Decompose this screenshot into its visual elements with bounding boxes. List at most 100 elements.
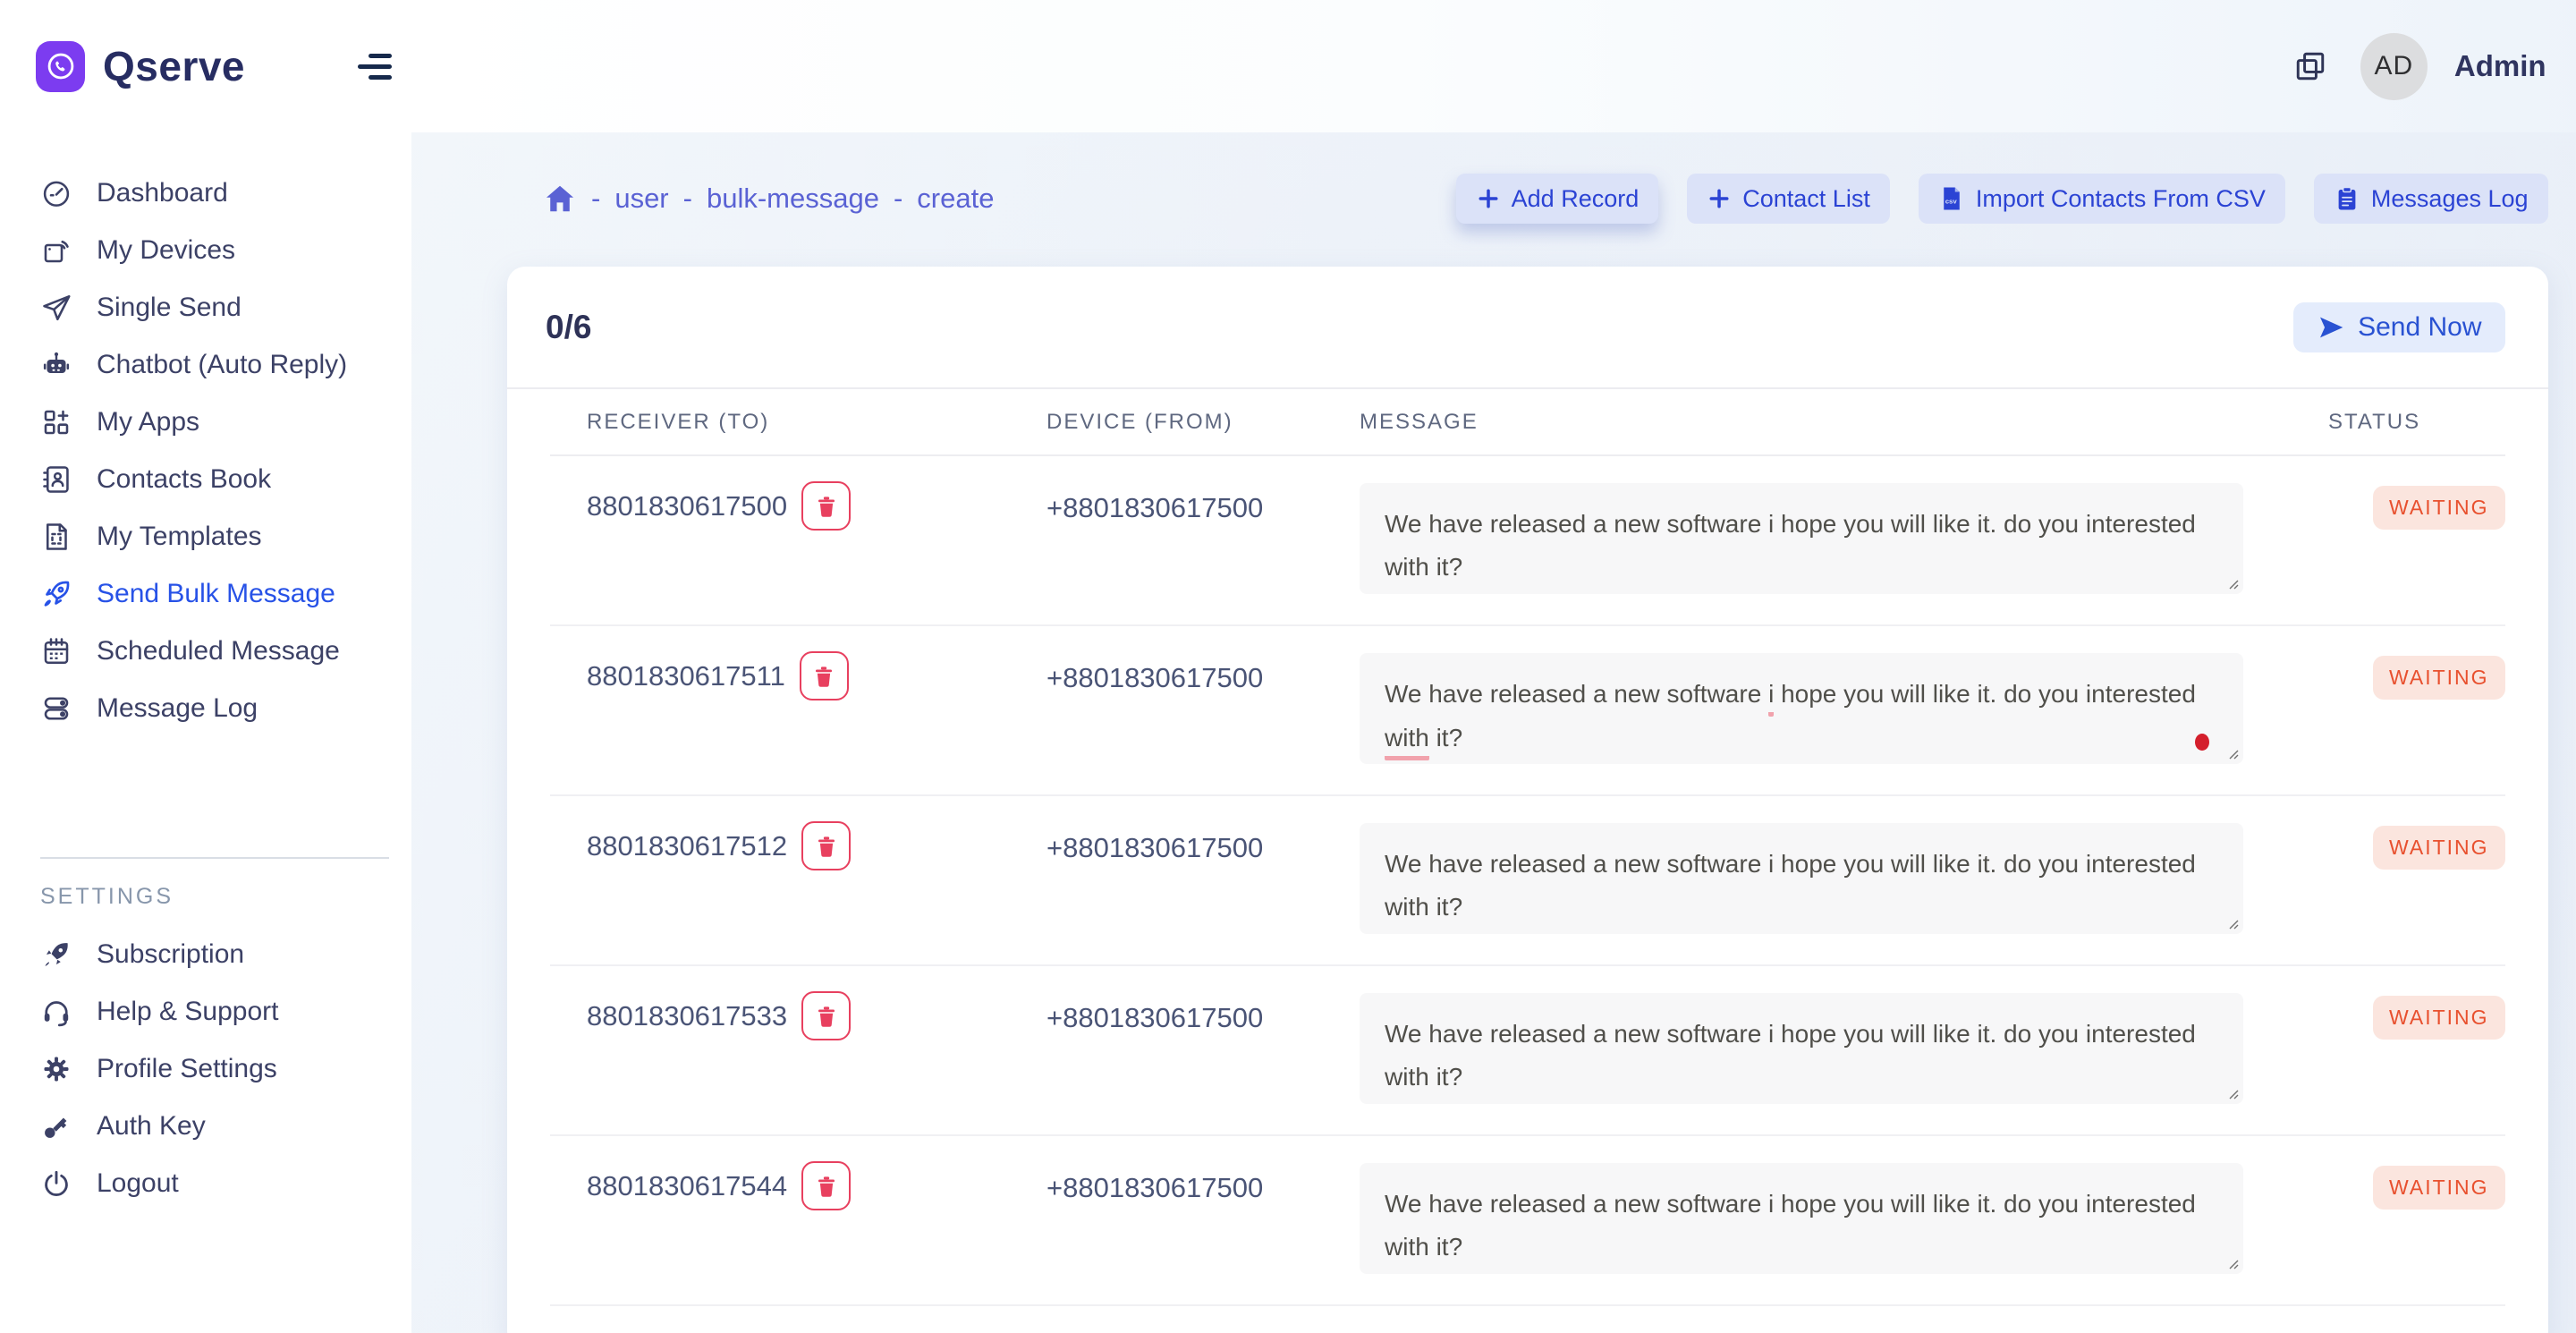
delete-row-button[interactable] [801, 991, 851, 1040]
column-header-status: STATUS [2290, 410, 2505, 435]
misspelled-word: with [1385, 720, 1429, 760]
sidebar-item-chatbot[interactable]: Chatbot (Auto Reply) [0, 336, 411, 394]
sidebar-item-contacts-book[interactable]: Contacts Book [0, 451, 411, 508]
sidebar-item-auth-key[interactable]: Auth Key [0, 1098, 411, 1155]
status-badge: WAITING [2373, 1166, 2505, 1210]
grid-plus-icon [39, 405, 73, 439]
address-book-icon [39, 463, 73, 497]
sidebar-item-label: Auth Key [97, 1111, 206, 1142]
add-record-button[interactable]: Add Record [1456, 174, 1659, 224]
csv-file-icon: csv [1938, 185, 1965, 212]
bulk-message-card: 0/6 Send Now RECEIVER (TO) DEVICE (FROM)… [507, 267, 2548, 1333]
sidebar-item-label: My Templates [97, 522, 262, 552]
breadcrumb-separator: - [591, 183, 600, 215]
receiver-number: 8801830617544 [587, 1161, 787, 1210]
sidebar-item-my-apps[interactable]: My Apps [0, 394, 411, 451]
delete-row-button[interactable] [801, 821, 851, 870]
grammar-marker-dot [2195, 734, 2209, 751]
plus-icon [1476, 186, 1501, 211]
import-csv-button[interactable]: csv Import Contacts From CSV [1919, 174, 2285, 224]
breadcrumb-item-bulk-message[interactable]: bulk-message [707, 183, 879, 215]
sidebar-item-label: Single Send [97, 293, 242, 323]
app-root: Qserve Dashboard [0, 0, 2576, 1333]
receiver-number: 8801830617533 [587, 991, 787, 1040]
sidebar-item-label: My Apps [97, 407, 199, 437]
device-number: +8801830617500 [1046, 1172, 1263, 1203]
breadcrumb-separator: - [683, 183, 692, 215]
gauge-icon [39, 176, 73, 210]
sidebar-item-my-devices[interactable]: My Devices [0, 222, 411, 279]
messages-log-button[interactable]: Messages Log [2314, 174, 2548, 224]
settings-section-title: SETTINGS [40, 884, 411, 910]
message-textarea[interactable]: We have released a new software i hope y… [1360, 483, 2243, 594]
sidebar-item-label: Contacts Book [97, 464, 271, 495]
table-row: 8801830617512 +8801830617500 We ha [550, 796, 2505, 966]
message-textarea[interactable]: We have released a new software i hope y… [1360, 653, 2243, 764]
sidebar-item-label: Message Log [97, 693, 258, 724]
sidebar-item-profile-settings[interactable]: Profile Settings [0, 1040, 411, 1098]
sidebar-item-label: Logout [97, 1168, 179, 1199]
device-signal-icon [39, 233, 73, 267]
qserve-logo-icon [36, 41, 85, 92]
avatar[interactable]: AD [2360, 33, 2428, 100]
top-header: AD Admin [411, 0, 2576, 132]
message-textarea[interactable]: We have released a new software i hope y… [1360, 1163, 2243, 1274]
sidebar-item-message-log[interactable]: Message Log [0, 680, 411, 737]
messages-table: RECEIVER (TO) DEVICE (FROM) MESSAGE STAT… [550, 389, 2505, 1306]
trash-icon [810, 663, 837, 690]
resize-handle-icon[interactable] [2224, 915, 2239, 930]
delete-row-button[interactable] [801, 1161, 851, 1210]
paper-plane-icon [39, 291, 73, 325]
contact-list-button[interactable]: Contact List [1687, 174, 1890, 224]
progress-counter: 0/6 [546, 309, 591, 346]
sidebar-item-help-support[interactable]: Help & Support [0, 983, 411, 1040]
delete-row-button[interactable] [801, 481, 851, 531]
resize-handle-icon[interactable] [2224, 575, 2239, 590]
copy-icon[interactable] [2287, 43, 2334, 89]
robot-icon [39, 348, 73, 382]
misspelled-word: i [1768, 676, 1774, 717]
table-row: 8801830617533 +8801830617500 We ha [550, 966, 2505, 1136]
sidebar-item-label: Help & Support [97, 997, 278, 1027]
resize-handle-icon[interactable] [2224, 745, 2239, 760]
sidebar-menu: Dashboard My Devices Single Send [0, 165, 411, 737]
send-now-button[interactable]: Send Now [2293, 302, 2504, 352]
sidebar-item-label: Scheduled Message [97, 636, 340, 666]
home-icon[interactable] [543, 182, 577, 216]
breadcrumb-separator: - [894, 183, 902, 215]
status-badge: WAITING [2373, 996, 2505, 1040]
sidebar-toggle-button[interactable] [349, 45, 401, 89]
resize-handle-icon[interactable] [2224, 1255, 2239, 1269]
sidebar-item-logout[interactable]: Logout [0, 1155, 411, 1212]
brand-name: Qserve [103, 42, 245, 90]
sidebar-item-label: Send Bulk Message [97, 579, 335, 609]
sidebar-item-dashboard[interactable]: Dashboard [0, 165, 411, 222]
breadcrumb: - user - bulk-message - create [543, 182, 994, 216]
receiver-number: 8801830617500 [587, 481, 787, 531]
message-textarea[interactable]: We have released a new software i hope y… [1360, 993, 2243, 1104]
sidebar-item-my-templates[interactable]: My Templates [0, 508, 411, 565]
rocket-filled-icon [39, 938, 73, 972]
table-header-row: RECEIVER (TO) DEVICE (FROM) MESSAGE STAT… [550, 389, 2505, 456]
resize-handle-icon[interactable] [2224, 1085, 2239, 1100]
status-badge: WAITING [2373, 826, 2505, 870]
message-textarea[interactable]: We have released a new software i hope y… [1360, 823, 2243, 934]
trash-icon [813, 1173, 840, 1200]
sidebar-item-label: Subscription [97, 939, 244, 970]
table-row: 8801830617511 +8801830617500 We ha [550, 626, 2505, 796]
key-icon [39, 1109, 73, 1143]
sidebar-item-send-bulk-message[interactable]: Send Bulk Message [0, 565, 411, 623]
user-name[interactable]: Admin [2454, 49, 2546, 83]
delete-row-button[interactable] [800, 651, 849, 700]
receiver-number: 8801830617511 [587, 651, 785, 700]
breadcrumb-item-user[interactable]: user [614, 183, 668, 215]
sidebar-item-scheduled-message[interactable]: Scheduled Message [0, 623, 411, 680]
breadcrumb-item-create[interactable]: create [917, 183, 994, 215]
toggles-icon [39, 692, 73, 726]
svg-text:csv: csv [1945, 198, 1958, 206]
gear-icon [39, 1052, 73, 1086]
sidebar-item-single-send[interactable]: Single Send [0, 279, 411, 336]
trash-icon [813, 833, 840, 860]
sidebar-item-subscription[interactable]: Subscription [0, 926, 411, 983]
device-number: +8801830617500 [1046, 492, 1263, 523]
